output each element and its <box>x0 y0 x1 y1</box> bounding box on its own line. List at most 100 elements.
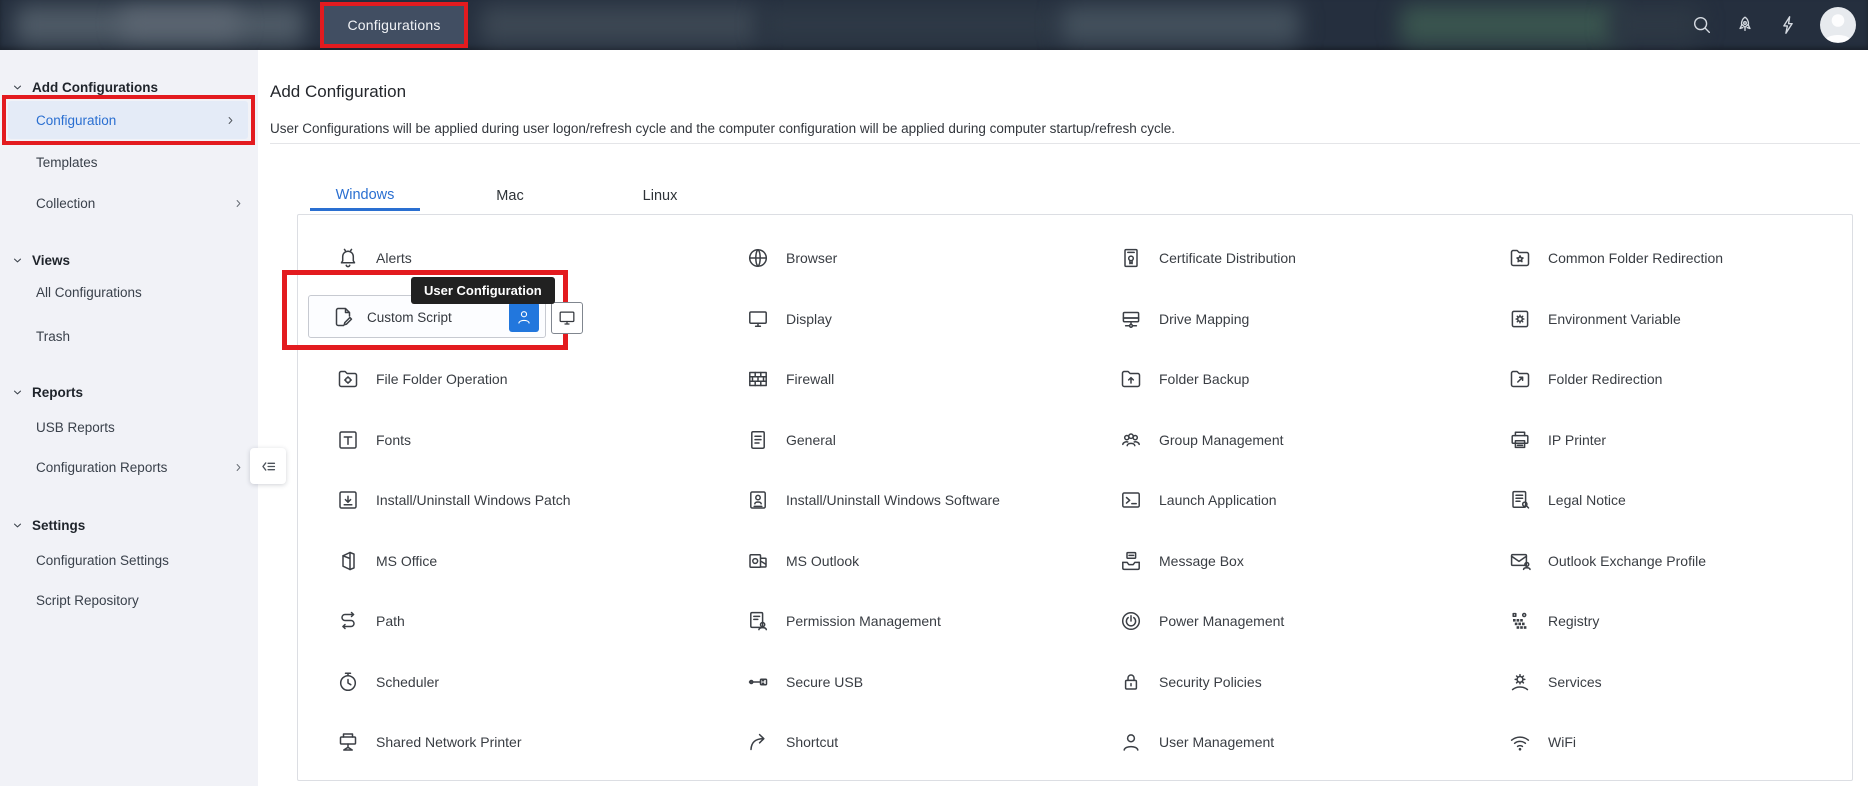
tab-label: Mac <box>496 188 524 204</box>
config-item-certificate-distribution[interactable]: Certificate Distribution <box>1119 228 1296 289</box>
sidebar-section-reports[interactable]: Reports <box>0 381 83 403</box>
config-item-ms-outlook[interactable]: MS Outlook <box>746 531 1000 592</box>
sidebar-section-views[interactable]: Views <box>0 249 70 271</box>
sidebar-item-trash[interactable]: Trash <box>0 325 258 347</box>
display-icon <box>746 307 770 331</box>
config-item-label: Firewall <box>786 371 835 388</box>
config-item-registry[interactable]: Registry <box>1508 591 1723 652</box>
user-configuration-tooltip: User Configuration <box>411 277 555 304</box>
sidebar-item-configuration-reports[interactable]: Configuration Reports <box>0 456 258 478</box>
config-item-ms-office[interactable]: MS Office <box>336 531 571 592</box>
user-configuration-button[interactable] <box>509 302 539 332</box>
config-item-services[interactable]: Services <box>1508 652 1723 713</box>
sidebar-item-label: All Configurations <box>36 284 142 300</box>
sidebar-item-usb-reports[interactable]: USB Reports <box>0 416 258 438</box>
blur-blob <box>120 10 240 36</box>
folder-star-icon <box>1508 246 1532 270</box>
config-item-common-folder-redirection[interactable]: Common Folder Redirection <box>1508 228 1723 289</box>
config-item-display[interactable]: Display <box>746 289 1000 350</box>
sidebar-item-label: Script Repository <box>36 592 139 608</box>
chevron-down-icon <box>12 520 23 531</box>
sidebar-item-script-repository[interactable]: Script Repository <box>0 589 258 611</box>
config-item-power-management[interactable]: Power Management <box>1119 591 1296 652</box>
computer-configuration-button[interactable] <box>551 302 583 334</box>
config-item-label: Environment Variable <box>1548 310 1681 327</box>
config-item-label: Message Box <box>1159 552 1244 569</box>
sidebar-item-all-configurations[interactable]: All Configurations <box>0 281 258 303</box>
config-item-folder-backup[interactable]: Folder Backup <box>1119 349 1296 410</box>
user-icon <box>1119 730 1143 754</box>
sidebar-item-configuration-settings[interactable]: Configuration Settings <box>0 549 258 571</box>
tab-mac[interactable]: Mac <box>470 181 550 211</box>
tab-windows[interactable]: Windows <box>310 181 420 211</box>
sidebar-collapse-toggle[interactable] <box>250 448 286 484</box>
config-item-legal-notice[interactable]: Legal Notice <box>1508 470 1723 531</box>
config-item-file-folder-operation[interactable]: File Folder Operation <box>336 349 571 410</box>
search-icon[interactable] <box>1691 14 1713 36</box>
topbar-tab-configurations[interactable]: Configurations <box>324 6 464 44</box>
blur-blob <box>1400 5 1620 45</box>
config-item-label: Install/Uninstall Windows Patch <box>376 492 571 509</box>
config-item-scheduler[interactable]: Scheduler <box>336 652 571 713</box>
user-icon <box>515 308 533 326</box>
config-item-ip-printer[interactable]: IP Printer <box>1508 410 1723 471</box>
launcher-icon[interactable] <box>1734 14 1756 36</box>
config-item-secure-usb[interactable]: Secure USB <box>746 652 1000 713</box>
scheduler-icon <box>336 670 360 694</box>
power-icon <box>1119 609 1143 633</box>
config-item-label: WiFi <box>1548 734 1576 751</box>
services-icon <box>1508 670 1532 694</box>
config-item-user-management[interactable]: User Management <box>1119 712 1296 773</box>
config-item-general[interactable]: General <box>746 410 1000 471</box>
config-item-group-management[interactable]: Group Management <box>1119 410 1296 471</box>
config-item-security-policies[interactable]: Security Policies <box>1119 652 1296 713</box>
config-item-label: Permission Management <box>786 613 941 630</box>
sidebar-item-templates[interactable]: Templates <box>0 151 258 173</box>
flash-icon[interactable] <box>1777 14 1799 36</box>
blur-blob <box>480 5 760 45</box>
lock-icon <box>1119 670 1143 694</box>
config-item-drive-mapping[interactable]: Drive Mapping <box>1119 289 1296 350</box>
sidebar-item-collection[interactable]: Collection <box>0 192 258 214</box>
config-item-label: Power Management <box>1159 613 1285 630</box>
config-item-install-uninstall-windows-patch[interactable]: Install/Uninstall Windows Patch <box>336 470 571 531</box>
config-item-label: Secure USB <box>786 673 864 690</box>
shortcut-icon <box>746 730 770 754</box>
config-item-firewall[interactable]: Firewall <box>746 349 1000 410</box>
config-item-install-uninstall-windows-software[interactable]: Install/Uninstall Windows Software <box>746 470 1000 531</box>
tab-linux[interactable]: Linux <box>620 181 700 211</box>
sidebar-item-label: Configuration <box>36 112 117 128</box>
group-icon <box>1119 428 1143 452</box>
user-avatar[interactable] <box>1820 7 1856 43</box>
config-item-environment-variable[interactable]: Environment Variable <box>1508 289 1723 350</box>
config-item-wifi[interactable]: WiFi <box>1508 712 1723 773</box>
config-item-browser[interactable]: Browser <box>746 228 1000 289</box>
bell-icon <box>336 246 360 270</box>
config-item-message-box[interactable]: Message Box <box>1119 531 1296 592</box>
sidebar-item-label: Trash <box>36 328 71 344</box>
config-item-shortcut[interactable]: Shortcut <box>746 712 1000 773</box>
config-item-outlook-exchange-profile[interactable]: Outlook Exchange Profile <box>1508 531 1723 592</box>
sidebar-item-configuration[interactable]: Configuration <box>0 109 258 131</box>
sidebar-nav: Add Configurations Configuration Templat… <box>0 50 286 786</box>
config-item-folder-redirection[interactable]: Folder Redirection <box>1508 349 1723 410</box>
chevron-down-icon <box>12 255 23 266</box>
config-item-path[interactable]: Path <box>336 591 571 652</box>
config-item-shared-network-printer[interactable]: Shared Network Printer <box>336 712 571 773</box>
config-item-label: User Management <box>1159 734 1275 751</box>
office-icon <box>336 549 360 573</box>
sidebar-section-add-configurations[interactable]: Add Configurations <box>0 76 158 98</box>
config-item-launch-application[interactable]: Launch Application <box>1119 470 1296 531</box>
blur-blob <box>760 5 1060 45</box>
sidebar-section-label: Add Configurations <box>32 79 158 95</box>
outlook-icon <box>746 549 770 573</box>
config-item-permission-management[interactable]: Permission Management <box>746 591 1000 652</box>
config-item-label: Folder Redirection <box>1548 371 1663 388</box>
config-item-fonts[interactable]: Fonts <box>336 410 571 471</box>
config-item-label: IP Printer <box>1548 431 1607 448</box>
topbar-tab-label: Configurations <box>347 17 441 33</box>
sidebar-section-settings[interactable]: Settings <box>0 514 85 536</box>
sidebar-item-label: USB Reports <box>36 419 115 435</box>
sidebar-section-label: Reports <box>32 384 84 400</box>
divider <box>270 143 1860 144</box>
